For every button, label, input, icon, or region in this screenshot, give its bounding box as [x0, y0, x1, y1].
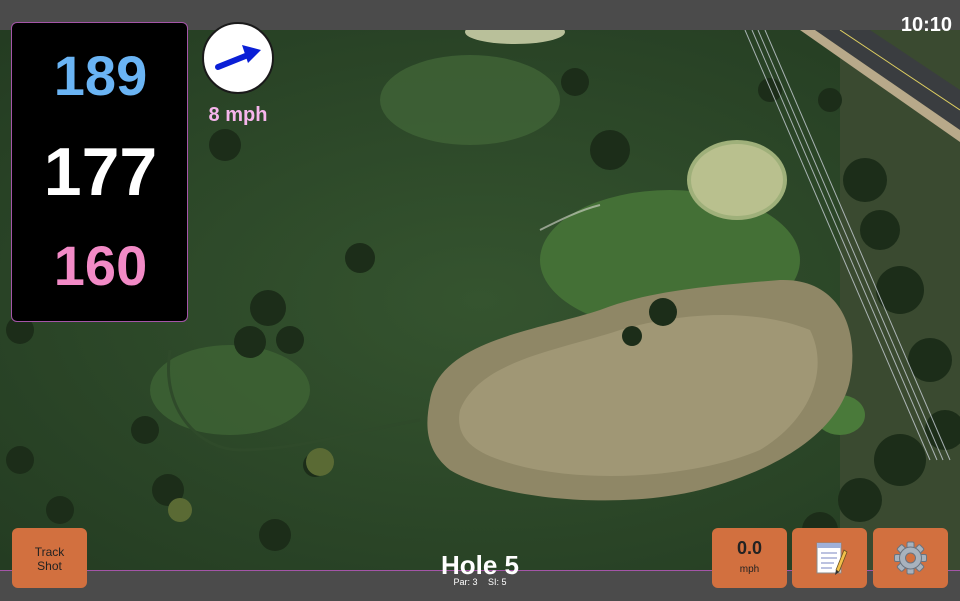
distance-panel: 189 177 160 — [11, 22, 188, 322]
notepad-icon — [816, 542, 848, 575]
arrow-right-icon — [215, 45, 261, 70]
notes-button[interactable] — [792, 528, 867, 588]
distance-middle: 177 — [43, 134, 158, 210]
speed-unit: mph — [739, 564, 760, 575]
hole-par: Par: 3 — [453, 577, 478, 587]
track-shot-button[interactable]: Track Shot — [12, 528, 87, 588]
speed-value: 0.0 — [736, 538, 763, 558]
wind-indicator — [202, 22, 274, 94]
speed-button[interactable]: 0.0 mph — [712, 528, 787, 588]
gear-icon — [894, 541, 927, 575]
track-shot-label-line2: Shot — [37, 559, 62, 573]
status-clock: 10:10 — [900, 14, 952, 36]
hole-stroke-index: SI: 5 — [488, 577, 507, 587]
hole-info: Par: 3 SI: 5 — [380, 577, 580, 587]
settings-button[interactable] — [873, 528, 948, 588]
wind-speed: 8 mph — [208, 104, 268, 126]
distance-front: 160 — [53, 234, 148, 297]
track-shot-label-line1: Track — [34, 545, 65, 559]
distance-back: 189 — [53, 44, 148, 107]
